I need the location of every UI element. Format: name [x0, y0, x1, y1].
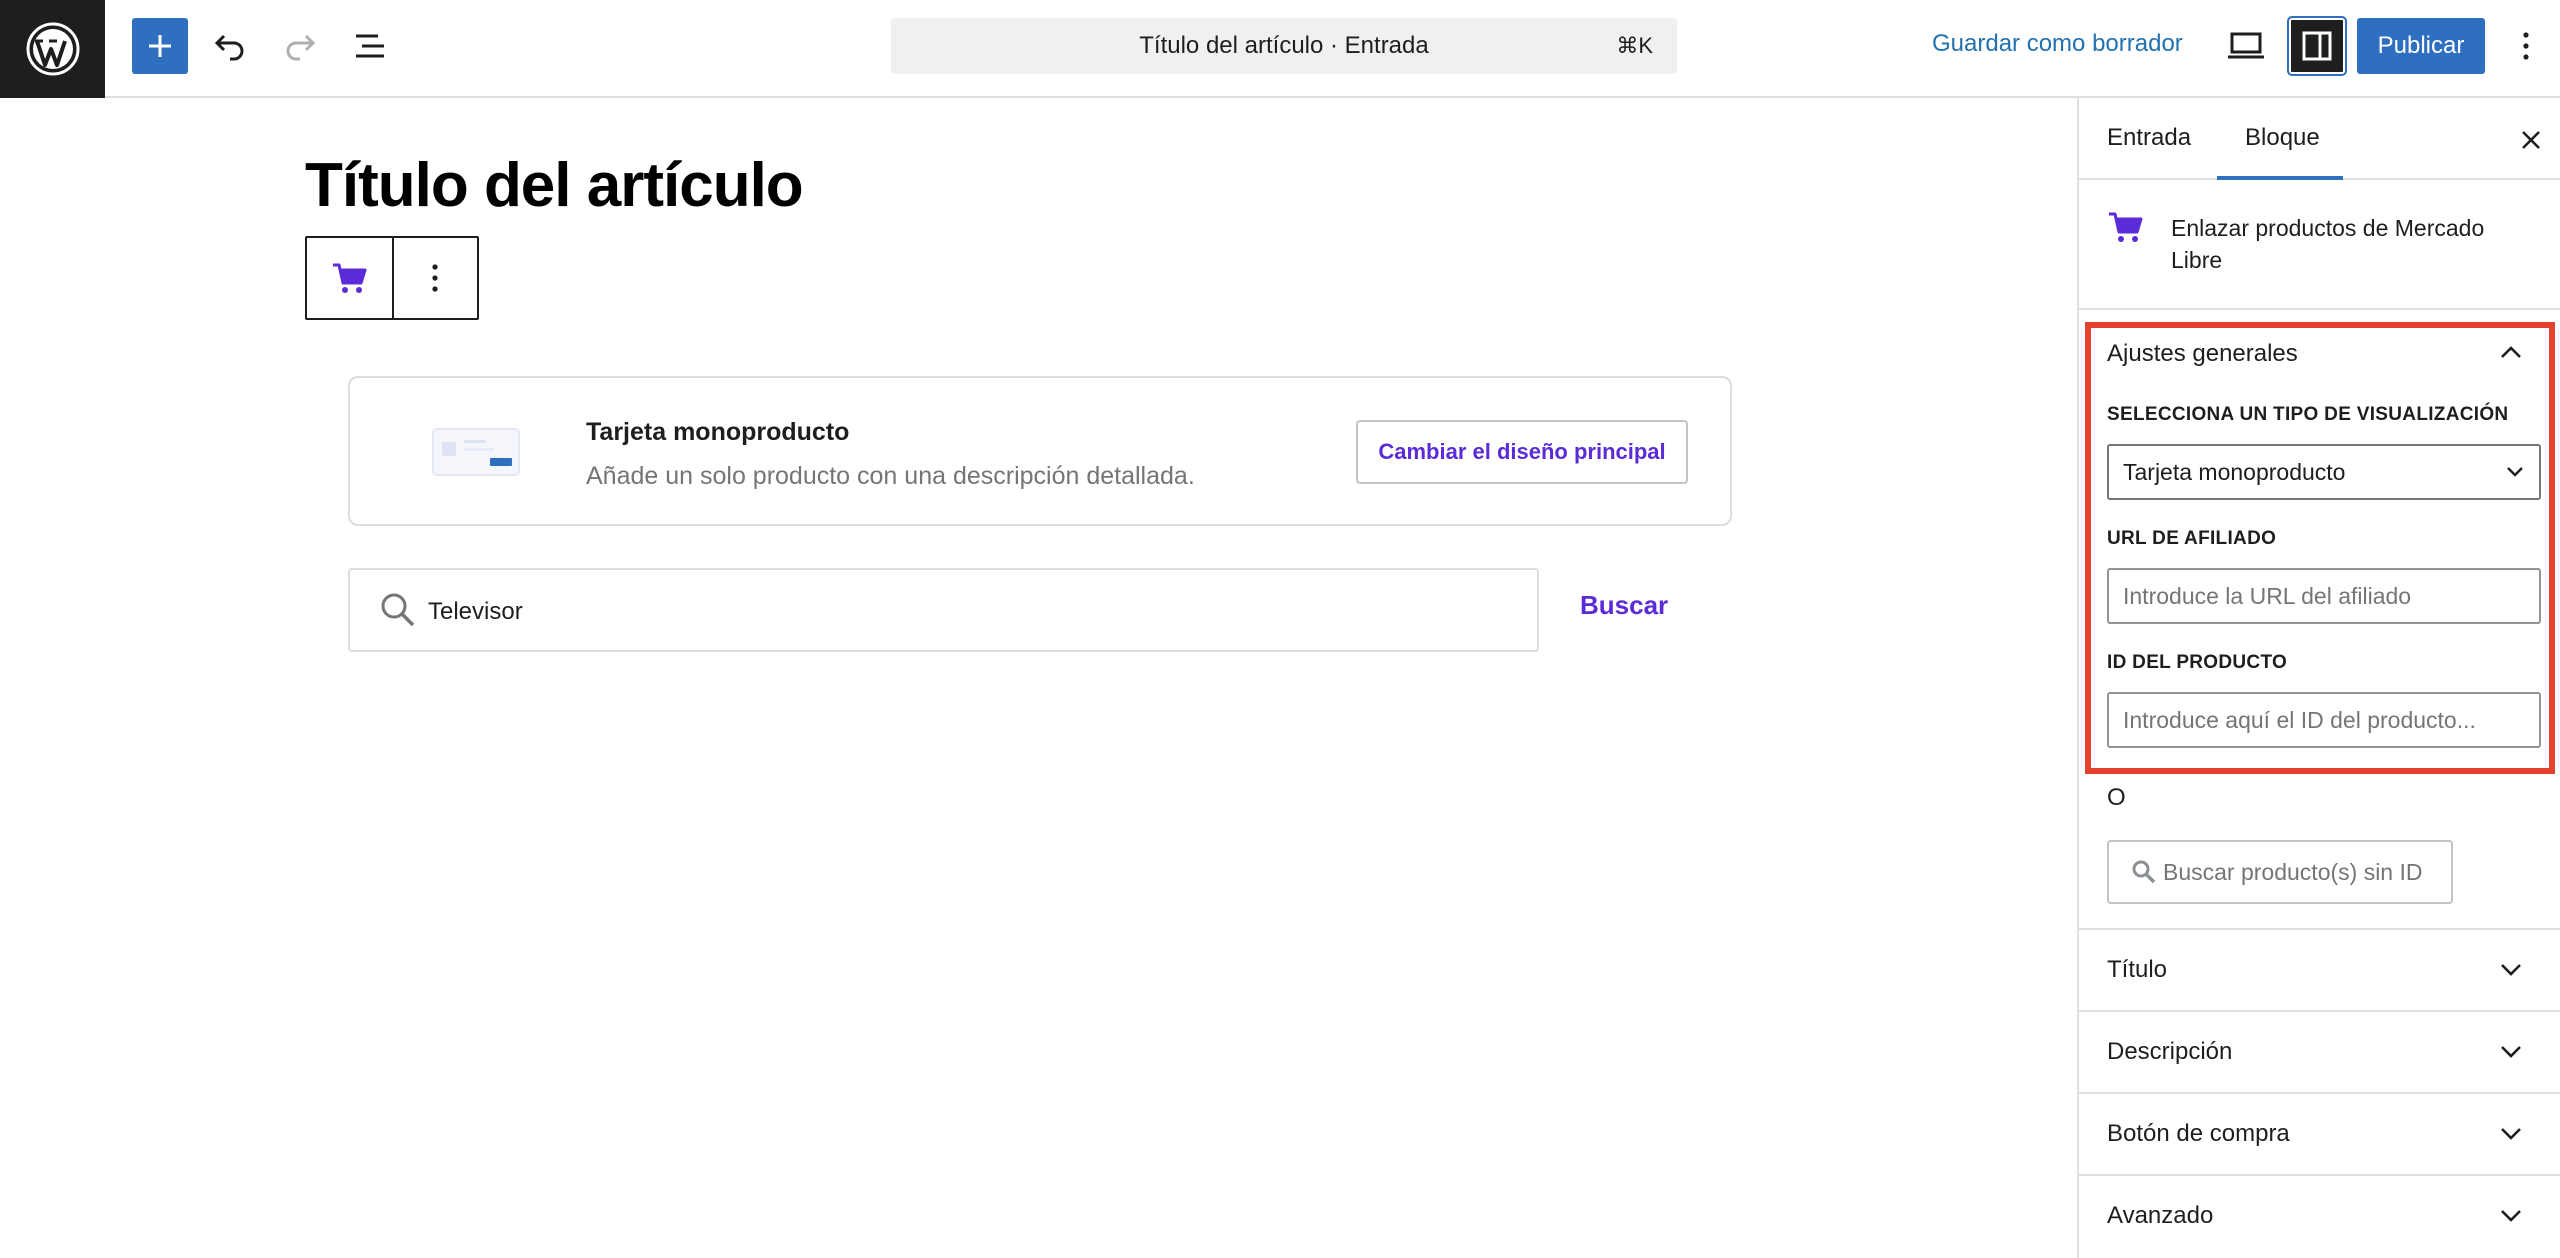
change-layout-button[interactable]: Cambiar el diseño principal [1356, 420, 1688, 484]
command-palette-bar[interactable]: Título del artículo · Entrada ⌘K [891, 18, 1677, 74]
single-product-card-illustration-icon [432, 428, 520, 476]
product-id-label: ID DEL PRODUCTO [2107, 652, 2288, 673]
affiliate-url-label: URL DE AFILIADO [2107, 528, 2277, 549]
display-type-label: SELECCIONA UN TIPO DE VISUALIZACIÓN [2107, 404, 2509, 425]
general-settings-toggle[interactable]: Ajustes generales [2107, 340, 2298, 368]
block-name: Enlazar productos de Mercado Libre [2171, 215, 2485, 273]
chevron-down-icon [2501, 458, 2529, 486]
close-sidebar-button[interactable] [2515, 124, 2547, 156]
tab-entrada[interactable]: Entrada [2107, 124, 2191, 152]
chevron-down-icon [2497, 956, 2525, 984]
sidebar-icon [2302, 31, 2332, 61]
close-icon [2522, 131, 2540, 149]
publish-button[interactable]: Publicar [2357, 18, 2485, 74]
tab-bloque[interactable]: Bloque [2245, 124, 2320, 152]
or-separator: O [2107, 784, 2126, 811]
product-search-box [348, 568, 1539, 652]
affiliate-url-input[interactable] [2107, 568, 2541, 624]
block-type-button[interactable] [307, 238, 392, 318]
panel-titulo[interactable]: Título [2079, 928, 2560, 1010]
search-icon [381, 593, 415, 627]
panel-descripcion[interactable]: Descripción [2079, 1010, 2560, 1092]
display-type-value: Tarjeta monoproducto [2123, 458, 2346, 485]
panel-descripcion-label: Descripción [2107, 1038, 2233, 1065]
cart-icon [333, 263, 367, 293]
command-bar-title: Título del artículo · Entrada [1139, 32, 1429, 59]
vertical-ellipsis-icon [432, 264, 439, 292]
add-block-button[interactable] [132, 18, 188, 74]
vertical-ellipsis-icon [2523, 32, 2529, 60]
settings-sidebar-toggle[interactable] [2289, 18, 2345, 74]
panel-boton-de-compra[interactable]: Botón de compra [2079, 1092, 2560, 1174]
options-menu-button[interactable] [2502, 22, 2550, 70]
save-draft-button[interactable]: Guardar como borrador [1932, 30, 2183, 58]
laptop-icon [2228, 32, 2264, 59]
layout-card: Tarjeta monoproducto Añade un solo produ… [348, 376, 1732, 526]
display-type-select[interactable]: Tarjeta monoproducto [2107, 444, 2541, 500]
document-overview-button[interactable] [346, 22, 394, 70]
block-options-button[interactable] [391, 238, 477, 318]
panel-avanzado-label: Avanzado [2107, 1202, 2214, 1229]
editor-header: Título del artículo · Entrada ⌘K Guardar… [0, 0, 2560, 98]
wordpress-logo-icon[interactable] [0, 0, 105, 98]
preview-button[interactable] [2222, 22, 2270, 70]
chevron-down-icon [2497, 1038, 2525, 1066]
sidebar-tabs: Entrada Bloque [2079, 98, 2560, 180]
block-card: Enlazar productos de Mercado Libre [2079, 180, 2560, 310]
search-products-without-id-label: Buscar producto(s) sin ID [2163, 858, 2423, 885]
redo-button[interactable] [276, 22, 324, 70]
cart-icon [2109, 212, 2143, 242]
panel-boton-de-compra-label: Botón de compra [2107, 1120, 2290, 1147]
search-products-without-id-button[interactable]: Buscar producto(s) sin ID [2107, 840, 2453, 904]
post-title[interactable]: Título del artículo [305, 150, 804, 221]
plus-icon [149, 35, 171, 57]
layout-card-description: Añade un solo producto con una descripci… [586, 462, 1195, 490]
block-toolbar [305, 236, 479, 320]
list-view-icon [356, 34, 384, 58]
chevron-up-icon[interactable] [2497, 338, 2525, 366]
undo-icon [214, 34, 244, 61]
undo-button[interactable] [206, 22, 254, 70]
redo-icon [286, 34, 316, 61]
search-button[interactable]: Buscar [1580, 590, 1668, 621]
settings-sidebar: Entrada Bloque Enlazar productos de Merc… [2077, 98, 2560, 1258]
command-shortcut: ⌘K [1616, 33, 1653, 58]
product-id-input[interactable] [2107, 692, 2541, 748]
chevron-down-icon [2497, 1202, 2525, 1230]
panel-avanzado[interactable]: Avanzado [2079, 1174, 2560, 1256]
panel-titulo-label: Título [2107, 956, 2168, 983]
chevron-down-icon [2497, 1120, 2525, 1148]
product-search-input[interactable] [428, 592, 1508, 632]
search-icon [2132, 860, 2156, 884]
layout-card-title: Tarjeta monoproducto [586, 418, 850, 446]
